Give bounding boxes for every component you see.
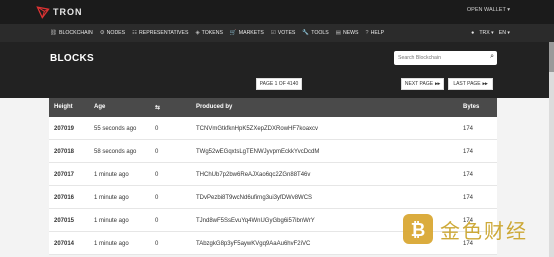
nav-label: HELP xyxy=(370,30,385,36)
block-age: 1 minute ago xyxy=(94,172,129,178)
producer-address-link[interactable]: TWg52wEGqxtsLgTENWJyvpmEckkYvcDcdM xyxy=(196,149,319,155)
nav-blockchain[interactable]: ⛓ BLOCKCHAIN xyxy=(50,30,93,36)
nav-tokens[interactable]: ◈ TOKENS xyxy=(195,30,222,36)
table-header: Height Age ⇆ Produced by Bytes xyxy=(49,98,497,117)
search-input[interactable] xyxy=(394,52,482,64)
next-page-button[interactable]: NEXT PAGE ▸▸ xyxy=(401,78,444,90)
block-tx-count: 0 xyxy=(155,149,159,155)
block-tx-count: 0 xyxy=(155,218,159,224)
nav-items: ⛓ BLOCKCHAIN ⚙ NODES ☷ REPRESENTATIVES ◈ TOK… xyxy=(50,24,391,42)
last-page-label: LAST PAGE xyxy=(453,81,481,87)
scrollbar-thumb[interactable] xyxy=(549,42,554,72)
nav-news[interactable]: ▤ NEWS xyxy=(336,30,359,36)
nav-label: TOKENS xyxy=(201,30,223,36)
block-age: 55 seconds ago xyxy=(94,126,137,132)
block-tx-count: 0 xyxy=(155,172,159,178)
transactions-icon: ⇆ xyxy=(155,105,161,111)
block-tx-count: 0 xyxy=(155,195,159,201)
table-row: 207016 1 minute ago 0 TDvPezbi8T9wcNd6uf… xyxy=(49,186,497,209)
nav-votes[interactable]: ☑ VOTES xyxy=(271,30,296,36)
nav-label: MARKETS xyxy=(238,30,264,36)
nav-label: REPRESENTATIVES xyxy=(139,30,189,36)
table-row: 207019 55 seconds ago 0 TCNVmGtkfknHpK5Z… xyxy=(49,117,497,140)
nav-representatives[interactable]: ☷ REPRESENTATIVES xyxy=(132,30,188,36)
nav-label: BLOCKCHAIN xyxy=(58,30,93,36)
pagination: PAGE 1 OF 4140 NEXT PAGE ▸▸ LAST PAGE ▸▸ xyxy=(49,76,497,96)
jinse-logo-icon: ₿ xyxy=(403,214,433,244)
block-age: 58 seconds ago xyxy=(94,149,137,155)
main-nav: ⛓ BLOCKCHAIN ⚙ NODES ☷ REPRESENTATIVES ◈ TOK… xyxy=(0,24,554,42)
table-row: 207017 1 minute ago 0 THChUb7p2bw6ReAJXa… xyxy=(49,163,497,186)
logo-text: TRON xyxy=(53,7,83,17)
nav-label: NEWS xyxy=(342,30,359,36)
nav-nodes[interactable]: ⚙ NODES xyxy=(100,30,125,36)
column-header-producer[interactable]: Produced by xyxy=(196,104,232,110)
representatives-icon: ☷ xyxy=(132,30,138,36)
tokens-icon: ◈ xyxy=(195,30,200,36)
last-page-button[interactable]: LAST PAGE ▸▸ xyxy=(448,78,493,90)
markets-icon: 🛒 xyxy=(229,30,237,36)
top-bar: TRON OPEN WALLET ▾ xyxy=(0,0,554,24)
page-title: BLOCKS xyxy=(50,53,95,64)
nav-label: TOOLS xyxy=(311,30,329,36)
producer-address-link[interactable]: TJnd8wF5SsEvuYq4WnUGyGbg6i57ibnWrY xyxy=(196,218,315,224)
currency-selector[interactable]: TRX ▾ xyxy=(479,30,493,36)
svg-text:₿: ₿ xyxy=(411,220,426,241)
tron-logo[interactable]: TRON xyxy=(36,5,83,19)
tron-logo-icon xyxy=(36,6,50,19)
block-height-link[interactable]: 207018 xyxy=(54,149,74,155)
block-age: 1 minute ago xyxy=(94,218,129,224)
double-chevron-right-icon: ▸▸ xyxy=(435,81,441,87)
watermark-text: 金色财经 xyxy=(440,218,528,243)
block-height-link[interactable]: 207016 xyxy=(54,195,74,201)
block-height-link[interactable]: 207014 xyxy=(54,241,74,247)
scrollbar[interactable] xyxy=(549,42,554,257)
nav-right: ● TRX ▾ EN ▾ xyxy=(466,24,510,42)
block-age: 1 minute ago xyxy=(94,195,129,201)
producer-address-link[interactable]: TDvPezbi8T9wcNd6ufirng3ui3yfDWv8WCS xyxy=(196,195,312,201)
nodes-icon: ⚙ xyxy=(99,30,105,36)
block-age: 1 minute ago xyxy=(94,241,129,247)
block-tx-count: 0 xyxy=(155,241,159,247)
news-icon: ▤ xyxy=(335,30,341,36)
producer-address-link[interactable]: THChUb7p2bw6ReAJXao6qc2ZGn88T46v xyxy=(196,172,310,178)
help-icon: ? xyxy=(365,30,369,36)
column-header-bytes[interactable]: Bytes xyxy=(463,104,479,110)
currency-icon: ● xyxy=(471,30,475,36)
blockchain-icon: ⛓ xyxy=(50,30,57,36)
block-bytes: 174 xyxy=(463,126,474,132)
nav-tools[interactable]: 🔧 TOOLS xyxy=(302,30,328,36)
tools-icon: 🔧 xyxy=(302,30,310,36)
votes-icon: ☑ xyxy=(270,30,276,36)
block-height-link[interactable]: 207017 xyxy=(54,172,74,178)
nav-label: VOTES xyxy=(277,30,296,36)
block-bytes: 174 xyxy=(463,149,474,155)
block-tx-count: 0 xyxy=(155,126,159,132)
table-row: 207018 58 seconds ago 0 TWg52wEGqxtsLgTE… xyxy=(49,140,497,163)
search-icon[interactable]: ⌕ xyxy=(490,53,494,61)
nav-help[interactable]: ? HELP xyxy=(366,30,385,36)
language-selector[interactable]: EN ▾ xyxy=(499,30,510,36)
next-page-label: NEXT PAGE xyxy=(404,81,434,87)
block-bytes: 174 xyxy=(463,195,474,201)
block-height-link[interactable]: 207019 xyxy=(54,126,74,132)
block-bytes: 174 xyxy=(463,172,474,178)
block-height-link[interactable]: 207015 xyxy=(54,218,74,224)
producer-address-link[interactable]: TCNVmGtkfknHpK5ZXepZDXRowHF7koaxcv xyxy=(196,126,318,132)
nav-label: NODES xyxy=(106,30,126,36)
search-box: ⌕ xyxy=(394,51,497,65)
open-wallet-button[interactable]: OPEN WALLET ▾ xyxy=(467,7,510,13)
column-header-height[interactable]: Height xyxy=(54,104,73,110)
nav-markets[interactable]: 🛒 MARKETS xyxy=(230,30,264,36)
column-header-age[interactable]: Age xyxy=(94,104,105,110)
producer-address-link[interactable]: TAbzgkG8p3yF5aywKVgq9AaAu6hvF2iVC xyxy=(196,241,310,247)
double-chevron-right-icon: ▸▸ xyxy=(482,81,488,87)
page-indicator: PAGE 1 OF 4140 xyxy=(256,78,302,90)
watermark: ₿ 金色财经 xyxy=(402,213,528,245)
